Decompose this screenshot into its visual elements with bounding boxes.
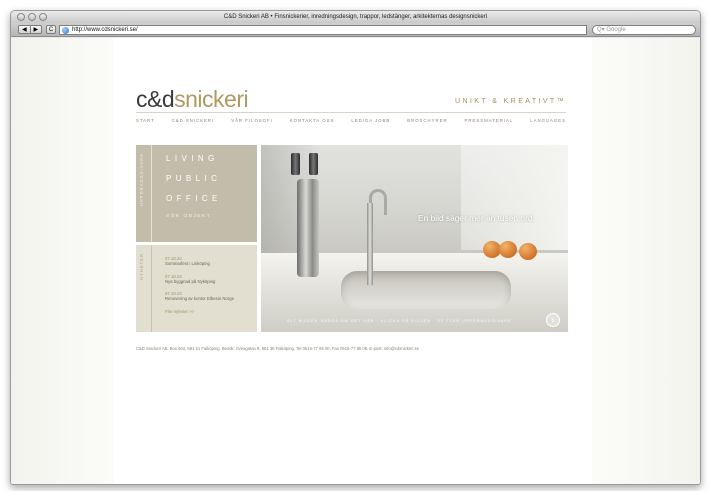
- news-item[interactable]: 07.10.24 Renovering av kontor Elbesin No…: [165, 291, 253, 302]
- news-title: Sommarfest i Linköping: [165, 261, 210, 266]
- category-office[interactable]: OFFICE: [166, 194, 222, 203]
- main-menu: START C&D SNICKERI VÅR FILOSOFI KONTAKTA…: [136, 118, 566, 123]
- globe-icon: [62, 27, 69, 34]
- site-tagline: UNIKT & KREATIVT™: [455, 98, 566, 105]
- reload-button[interactable]: C: [46, 25, 56, 34]
- close-window-button[interactable]: [17, 13, 25, 21]
- news-panel-label: NYHETER: [139, 253, 144, 281]
- menu-item-pressmaterial[interactable]: PRESSMATERIAL: [465, 118, 514, 123]
- page-content: c&dsnickeri UNIKT & KREATIVT™ START C&D …: [114, 38, 592, 484]
- back-button[interactable]: ◀: [19, 26, 30, 33]
- menu-item-lediga-jobb[interactable]: LEDIGA JOBB: [351, 118, 390, 123]
- news-item[interactable]: 07.10.24 Sommarfest i Linköping: [165, 256, 253, 267]
- category-panel-label: UPPDRAGSGIVARE: [139, 153, 144, 207]
- news-title: Nya byggnad på Nyköping: [165, 278, 216, 284]
- site-logo[interactable]: c&dsnickeri: [136, 86, 249, 113]
- news-list: 07.10.24 Sommarfest i Linköping 07.10.24…: [165, 256, 253, 314]
- orange: [519, 243, 537, 260]
- window-title: C&D Snickeri AB • Finsnickerier, inredni…: [223, 14, 488, 20]
- orange: [499, 241, 517, 258]
- category-living[interactable]: LIVING: [166, 154, 222, 163]
- menu-item-cd-snickeri[interactable]: C&D SNICKERI: [172, 118, 215, 123]
- page-viewport: c&dsnickeri UNIKT & KREATIVT™ START C&D …: [11, 38, 700, 484]
- menu-item-broschyrer[interactable]: BROSCHYRER: [407, 118, 447, 123]
- category-panel: UPPDRAGSGIVARE LIVING PUBLIC OFFICE SÖK …: [136, 145, 257, 242]
- hero-tagline: En bild säger mer än tusen ord.: [418, 213, 535, 223]
- faucet-icon: [359, 189, 387, 287]
- zoom-window-button[interactable]: [39, 13, 47, 21]
- address-bar[interactable]: http://www.cdsnickeri.se/: [59, 25, 587, 35]
- menu-item-kontakta-oss[interactable]: KONTAKTA OSS: [290, 118, 335, 123]
- site-footer: C&D Snickeri AB. Box 604, 591 21 Falköpi…: [136, 346, 420, 351]
- category-list: LIVING PUBLIC OFFICE SÖK OBJEKT: [166, 154, 222, 230]
- minimize-window-button[interactable]: [28, 13, 36, 21]
- panel-divider: [151, 145, 152, 242]
- sidebar: UPPDRAGSGIVARE LIVING PUBLIC OFFICE SÖK …: [136, 145, 257, 332]
- next-arrow-button[interactable]: ›: [546, 313, 560, 327]
- header-divider: [136, 112, 566, 113]
- category-public[interactable]: PUBLIC: [166, 174, 222, 183]
- more-news-link[interactable]: Fler nyheter >>: [165, 309, 253, 314]
- water-dispenser: [297, 179, 319, 277]
- logo-prefix: c&d: [136, 86, 175, 112]
- hero-window-light: [461, 145, 568, 250]
- hero-image[interactable]: En bild säger mer än tusen ord. ALT BILD…: [261, 145, 568, 332]
- browser-toolbar: ◀ ▶ C http://www.cdsnickeri.se/ Q▾ Googl…: [11, 23, 700, 37]
- url-text: http://www.cdsnickeri.se/: [72, 27, 138, 33]
- menu-item-start[interactable]: START: [136, 118, 155, 123]
- search-objects-link[interactable]: SÖK OBJEKT: [166, 214, 222, 219]
- forward-button[interactable]: ▶: [29, 26, 42, 33]
- hero-caption: ALT BILDEN ÄNDRA OM DET HÄR · KLICKA PÅ …: [287, 319, 512, 323]
- nav-buttons: ◀ ▶: [18, 25, 42, 34]
- title-bar: C&D Snickeri AB • Finsnickerier, inredni…: [11, 11, 700, 23]
- logo-accent: snickeri: [174, 86, 249, 112]
- panel-divider: [151, 245, 152, 332]
- search-input[interactable]: Q▾ Google: [592, 25, 696, 35]
- window-controls: [17, 13, 47, 21]
- news-title: Renovering av kontor Elbesin Norge: [165, 296, 235, 301]
- news-item[interactable]: 07.10.24 Nya byggnad på Nyköping: [165, 274, 253, 285]
- menu-item-languages[interactable]: LANGUAGES: [530, 118, 566, 123]
- menu-item-var-filosofi[interactable]: VÅR FILOSOFI: [231, 118, 273, 123]
- browser-window: C&D Snickeri AB • Finsnickerier, inredni…: [10, 10, 701, 485]
